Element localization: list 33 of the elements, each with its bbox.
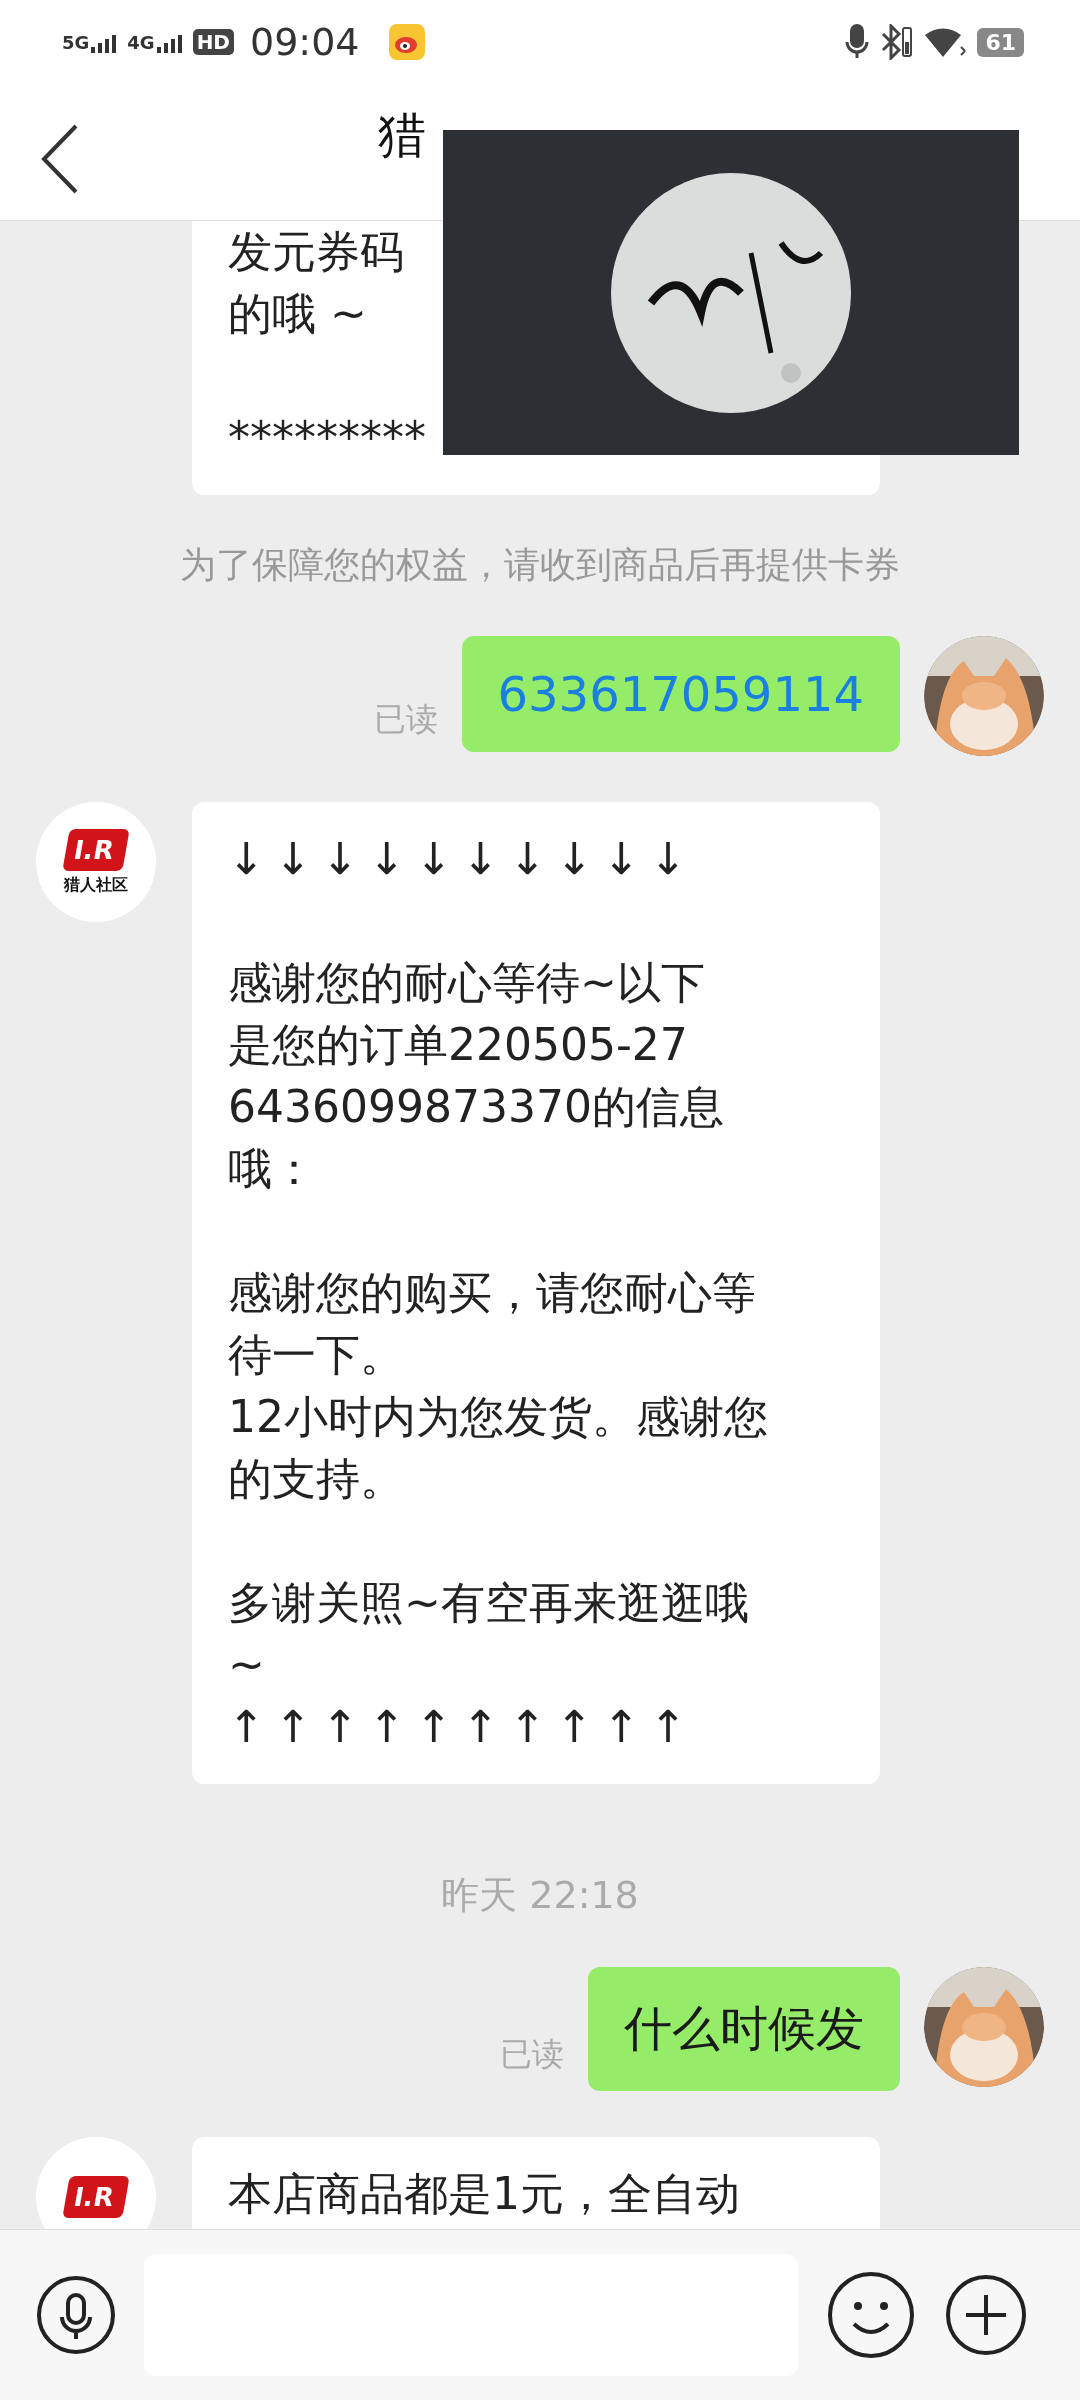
- read-receipt: 已读: [373, 699, 438, 740]
- wifi-icon: [923, 25, 968, 59]
- read-receipt: 已读: [500, 2034, 564, 2075]
- message-bubble[interactable]: 633617059114: [461, 636, 900, 752]
- message-bubble: 什么时候发: [588, 1967, 900, 2091]
- timestamp: 昨天 22:18: [440, 1872, 640, 1919]
- shop-avatar[interactable]: I.R: [36, 2137, 156, 2229]
- voice-button[interactable]: [36, 2275, 116, 2355]
- floating-video-window[interactable]: [443, 130, 1019, 455]
- battery-level: 61: [977, 27, 1024, 57]
- message-text: 感谢您的购买，请您耐心等 待一下。 12小时内为您发货。感谢您 的支持。: [228, 1266, 769, 1506]
- back-icon[interactable]: [40, 124, 80, 194]
- hd-badge: HD: [192, 29, 234, 55]
- message-text: 多谢关照~有空再来逛逛哦 ~ ↑↑↑↑↑↑↑↑↑↑: [228, 1576, 750, 1754]
- microphone-icon: [845, 24, 870, 60]
- chat-title: 猎: [378, 106, 426, 165]
- message-text: ↓↓↓↓↓↓↓↓↓↓: [228, 832, 698, 886]
- message-text: 发元券码 的哦 ~: [228, 225, 405, 341]
- message-text: 感谢您的耐心等待~以下 是您的订单220505-27 6436099873370的信息 哦：: [228, 956, 725, 1196]
- logo-mark: I.R: [62, 828, 130, 871]
- signal-indicator: 4G: [127, 31, 183, 53]
- system-notice: 为了保障您的权益，请收到商品后再提供卡券: [179, 543, 901, 587]
- clock: 09:04: [249, 20, 360, 64]
- message-text: *********: [228, 411, 427, 465]
- add-button[interactable]: [944, 2273, 1028, 2357]
- signal-indicator: 5G: [62, 31, 118, 53]
- message-text: 本店商品都是1元，全自动: [228, 2167, 741, 2221]
- app-notification-icon: [389, 24, 426, 60]
- emoji-button[interactable]: [826, 2270, 916, 2360]
- logo-mark: I.R: [62, 2176, 130, 2218]
- shop-avatar[interactable]: I.R 猎人社区: [36, 802, 156, 922]
- bluetooth-icon: [879, 24, 914, 60]
- logo-caption: 猎人社区: [64, 874, 128, 896]
